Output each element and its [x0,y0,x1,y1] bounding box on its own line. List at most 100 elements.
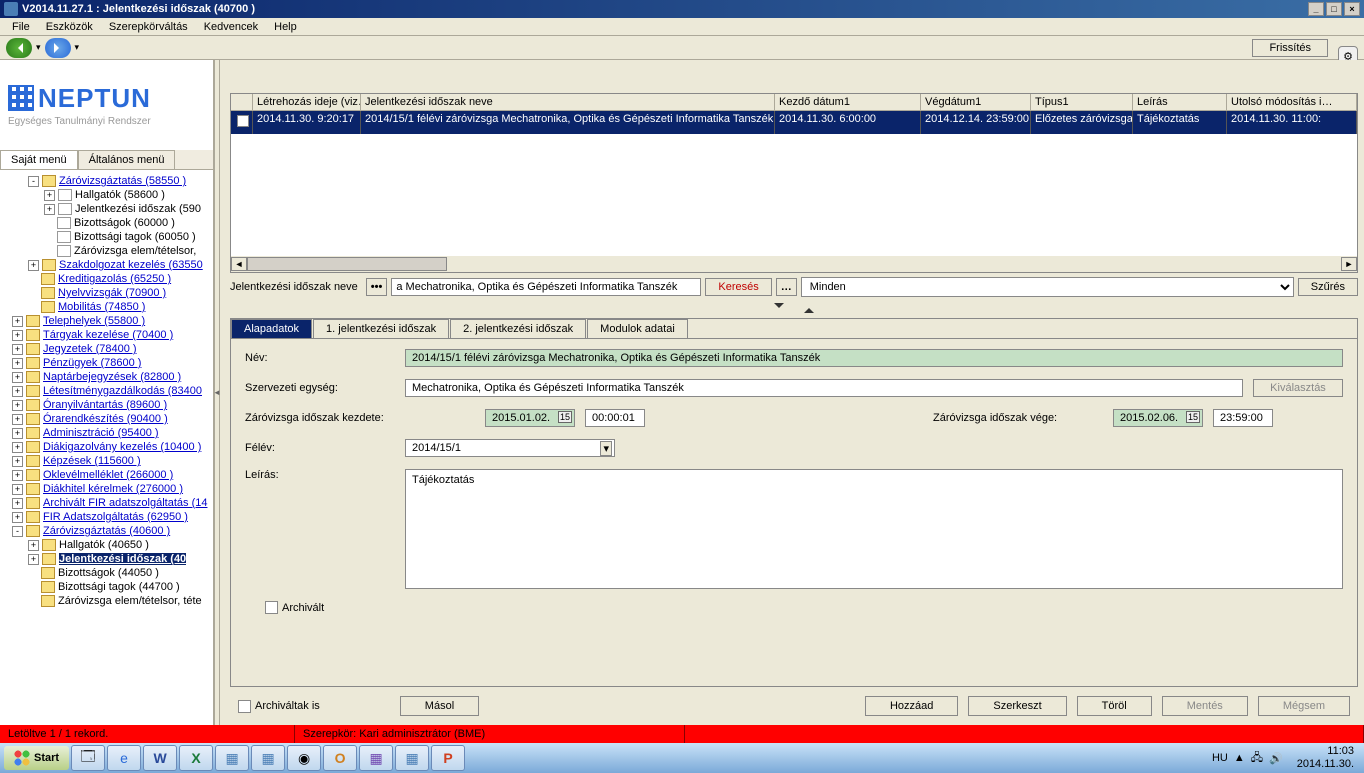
tree-expander[interactable]: + [12,316,23,327]
tree-item[interactable]: Nyelvvizsgák (70900 ) [2,286,211,300]
taskbar-chrome-icon[interactable]: ◉ [287,745,321,771]
scroll-right-button[interactable]: ► [1341,257,1357,271]
tree-item[interactable]: +Létesítménygazdálkodás (83400 [2,384,211,398]
edit-button[interactable]: Szerkeszt [968,696,1066,716]
lang-indicator[interactable]: HU [1212,752,1228,764]
tab-own-menu[interactable]: Saját menü [0,150,78,169]
tree-item[interactable]: +Hallgatók (58600 ) [2,188,211,202]
tree-expander[interactable]: + [12,470,23,481]
tree-item[interactable]: +Telephelyek (55800 ) [2,314,211,328]
start-button[interactable]: Start [4,746,69,770]
tree-item[interactable]: Kreditigazolás (65250 ) [2,272,211,286]
grid-header-cell[interactable]: Kezdő dátum1 [775,94,921,110]
tree-item[interactable]: Bizottsági tagok (44700 ) [2,580,211,594]
tree-expander[interactable]: + [12,414,23,425]
grid-header-cell[interactable] [231,94,253,110]
tab-general-menu[interactable]: Általános menü [78,150,176,169]
grid-body[interactable]: 2014.11.30. 9:20:172014/15/1 félévi záró… [231,111,1357,256]
taskbar-powerpoint-icon[interactable]: P [431,745,465,771]
tray-flag-icon[interactable]: ▲ [1234,752,1245,764]
tree-item[interactable]: +Diákigazolvány kezelés (10400 ) [2,440,211,454]
tree-item[interactable]: Záróvizsga elem/tételsor, [2,244,211,258]
tree-expander[interactable]: + [12,344,23,355]
refresh-button[interactable]: Frissítés [1252,39,1328,57]
menu-help[interactable]: Help [266,21,305,33]
delete-button[interactable]: Töröl [1077,696,1152,716]
tree-item[interactable]: +Óranyilvántartás (89600 ) [2,398,211,412]
tab-period-2[interactable]: 2. jelentkezési időszak [450,319,586,338]
tree-item[interactable]: +Képzések (115600 ) [2,454,211,468]
tree-expander[interactable]: + [12,428,23,439]
field-picker-button[interactable]: ••• [366,278,388,296]
semester-combo[interactable]: 2014/15/1 [405,439,615,457]
grid-header[interactable]: Létrehozás ideje (viz…Jelentkezési idősz… [231,94,1357,111]
grid-header-cell[interactable]: Típus1 [1031,94,1133,110]
taskbar-app4-icon[interactable]: ▦ [395,745,429,771]
tree-item[interactable]: +FIR Adatszolgáltatás (62950 ) [2,510,211,524]
system-tray[interactable]: HU ▲ 🖧 🔊 [1206,749,1289,768]
taskbar-app2-icon[interactable]: ▦ [251,745,285,771]
tree-item[interactable]: +Jelentkezési időszak (590 [2,202,211,216]
taskbar-explorer-icon[interactable]: 🗔 [71,745,105,771]
search-input[interactable] [391,278,701,296]
tree-item[interactable]: Bizottságok (44050 ) [2,566,211,580]
scroll-thumb[interactable] [247,257,447,271]
tree-item[interactable]: Záróvizsga elem/tételsor, téte [2,594,211,608]
clock[interactable]: 11:03 2014.11.30. [1291,745,1360,771]
tree-expander[interactable]: + [28,540,39,551]
tree-expander[interactable]: + [12,358,23,369]
tree-expander[interactable]: + [44,190,55,201]
filter-select[interactable]: Minden [801,277,1294,297]
tree-expander[interactable]: - [12,526,23,537]
taskbar-outlook-icon[interactable]: O [323,745,357,771]
desc-textarea[interactable]: Tájékoztatás [405,469,1343,589]
save-button[interactable]: Mentés [1162,696,1248,716]
archived-checkbox[interactable]: Archivált [265,601,324,614]
grid-header-cell[interactable]: Létrehozás ideje (viz… [253,94,361,110]
taskbar-app3-icon[interactable]: ▦ [359,745,393,771]
tree-item[interactable]: -Záróvizsgáztatás (58550 ) [2,174,211,188]
nav-tree[interactable]: -Záróvizsgáztatás (58550 )+Hallgatók (58… [0,170,213,725]
collapse-down-icon[interactable] [774,303,784,313]
tree-expander[interactable]: + [12,484,23,495]
taskbar-app1-icon[interactable]: ▦ [215,745,249,771]
tree-item[interactable]: +Szakdolgozat kezelés (63550 [2,258,211,272]
tree-expander[interactable]: - [28,176,39,187]
tree-item[interactable]: +Pénzügyek (78600 ) [2,356,211,370]
close-button[interactable]: × [1344,2,1360,16]
grid-scrollbar[interactable]: ◄ ► [231,256,1357,272]
tree-expander[interactable]: + [12,330,23,341]
unit-field[interactable]: Mechatronika, Optika és Gépészeti Inform… [405,379,1243,397]
tree-item[interactable]: +Naptárbejegyzések (82800 ) [2,370,211,384]
nav-back-button[interactable] [6,38,32,58]
end-date-field[interactable]: 2015.02.06. [1113,409,1203,427]
tree-item[interactable]: +Diákhitel kérelmek (276000 ) [2,482,211,496]
search-button[interactable]: Keresés [705,278,771,296]
menu-roleswitch[interactable]: Szerepkörváltás [101,21,196,33]
tree-expander[interactable]: + [12,456,23,467]
archived-also-checkbox[interactable]: Archiváltak is [238,700,320,713]
menu-tools[interactable]: Eszközök [38,21,101,33]
tree-item[interactable]: -Záróvizsgáztatás (40600 ) [2,524,211,538]
nav-forward-button[interactable] [45,38,71,58]
taskbar-excel-icon[interactable]: X [179,745,213,771]
menu-file[interactable]: File [4,21,38,33]
menu-favorites[interactable]: Kedvencek [196,21,266,33]
tab-period-1[interactable]: 1. jelentkezési időszak [313,319,449,338]
tree-item[interactable]: +Archivált FIR adatszolgáltatás (14 [2,496,211,510]
end-time-field[interactable]: 23:59:00 [1213,409,1273,427]
tree-item[interactable]: +Tárgyak kezelése (70400 ) [2,328,211,342]
tree-expander[interactable]: + [12,400,23,411]
grid-row-selected[interactable]: 2014.11.30. 9:20:172014/15/1 félévi záró… [231,111,1357,134]
tree-expander[interactable]: + [12,386,23,397]
tree-item[interactable]: Bizottsági tagok (60050 ) [2,230,211,244]
tree-expander[interactable]: + [28,554,39,565]
tree-item[interactable]: Bizottságok (60000 ) [2,216,211,230]
grid-header-cell[interactable]: Jelentkezési időszak neve [361,94,775,110]
collapse-up-icon[interactable] [804,303,814,313]
add-button[interactable]: Hozzáad [865,696,958,716]
start-date-field[interactable]: 2015.01.02. [485,409,575,427]
start-time-field[interactable]: 00:00:01 [585,409,645,427]
tree-expander[interactable]: + [28,260,39,271]
tree-item[interactable]: +Jelentkezési időszak (40 [2,552,211,566]
